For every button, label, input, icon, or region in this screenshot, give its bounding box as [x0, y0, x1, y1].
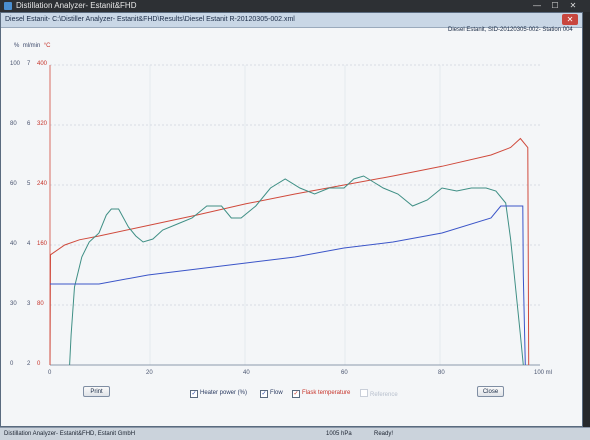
y-tick-C-2: 240 [37, 181, 48, 187]
y-tick-C-4: 80 [37, 301, 44, 307]
y-tick-%-2: 60 [10, 181, 17, 187]
distillation-chart [49, 64, 540, 366]
x-tick-4: 80 [438, 370, 445, 376]
y-tick-%-0: 100 [10, 61, 21, 67]
legend-flow[interactable]: ✓ Flow [260, 389, 283, 398]
screen: Distillation Analyzer- Estanit&FHD — ☐ ✕… [0, 0, 590, 440]
y-tick-C-5: 0 [37, 361, 41, 367]
x-tick-3: 60 [341, 370, 348, 376]
reference-checkbox[interactable] [360, 389, 368, 397]
status-bar: Distillation Analyzer- Estanit&FHD, Esta… [0, 427, 590, 440]
y-tick-C-3: 160 [37, 241, 48, 247]
y-tick-%-3: 40 [10, 241, 17, 247]
x-tick-0: 0 [48, 370, 52, 376]
y-tick-mlmin-4: 3 [27, 301, 31, 307]
legend-heater-power[interactable]: ✓ Heater power (%) [190, 389, 247, 398]
close-button[interactable]: Close [477, 386, 504, 397]
reference-label: Reference [370, 392, 398, 398]
x-tick-5: 100 ml [534, 370, 553, 376]
chart-grid [50, 64, 540, 365]
heater-power-label: Heater power (%) [200, 390, 248, 396]
heater-power-checkbox[interactable]: ✓ [190, 390, 198, 398]
legend-reference[interactable]: Reference [360, 389, 398, 399]
status-state: Ready! [374, 431, 394, 437]
y-tick-mlmin-3: 4 [27, 241, 31, 247]
y-tick-mlmin-2: 5 [27, 181, 31, 187]
y-tick-mlmin-1: 6 [27, 121, 31, 127]
flow-checkbox[interactable]: ✓ [260, 390, 268, 398]
x-tick-1: 20 [146, 370, 153, 376]
print-button[interactable]: Print [83, 386, 110, 397]
y-tick-C-1: 320 [37, 121, 48, 127]
y-tick-mlmin-0: 7 [27, 61, 31, 67]
y-tick-C-0: 400 [37, 61, 48, 67]
series-line-flask-temperature [49, 137, 530, 366]
x-tick-2: 40 [243, 370, 250, 376]
series-line-heater-power [50, 205, 526, 366]
status-pressure: 1005 hPa [326, 431, 352, 437]
y-tick-%-5: 0 [10, 361, 14, 367]
flow-label: Flow [270, 390, 283, 396]
series-line-flow [69, 175, 524, 366]
chart-series [49, 137, 530, 366]
flask-temperature-label: Flask temperature [302, 390, 351, 396]
flask-temperature-checkbox[interactable]: ✓ [292, 390, 300, 398]
y-tick-%-1: 80 [10, 121, 17, 127]
y-tick-mlmin-5: 2 [27, 361, 31, 367]
legend-flask-temperature[interactable]: ✓ Flask temperature [292, 389, 350, 398]
chart-axes [49, 65, 540, 366]
y-tick-%-4: 30 [10, 301, 17, 307]
status-app-name: Distillation Analyzer- Estanit&FHD, Esta… [4, 431, 136, 437]
